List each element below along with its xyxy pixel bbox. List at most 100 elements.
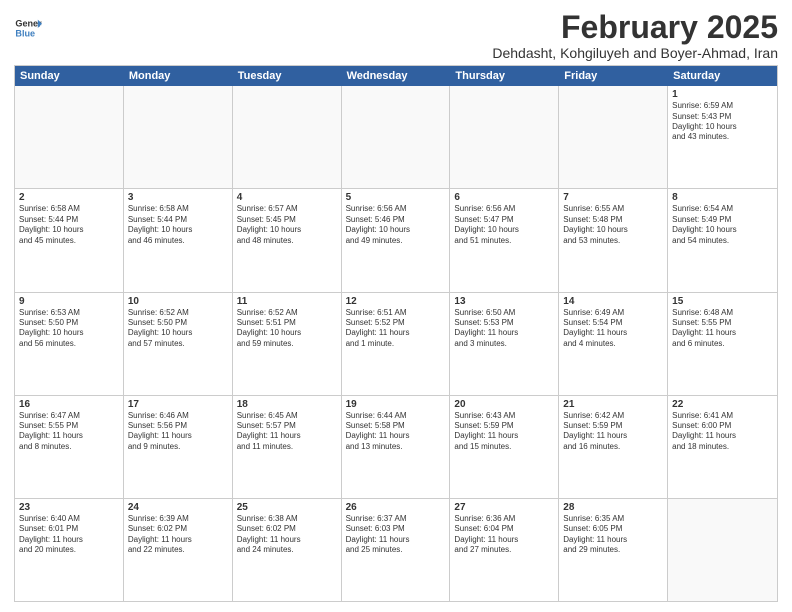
day-info: Sunrise: 6:58 AM Sunset: 5:44 PM Dayligh… [19,204,119,246]
calendar: Sunday Monday Tuesday Wednesday Thursday… [14,65,778,602]
calendar-cell: 9Sunrise: 6:53 AM Sunset: 5:50 PM Daylig… [15,293,124,395]
day-number: 17 [128,399,228,410]
day-info: Sunrise: 6:35 AM Sunset: 6:05 PM Dayligh… [563,514,663,556]
header: General Blue February 2025 Dehdasht, Koh… [14,10,778,61]
day-number: 15 [672,296,773,307]
header-sunday: Sunday [15,66,124,86]
day-info: Sunrise: 6:56 AM Sunset: 5:46 PM Dayligh… [346,204,446,246]
calendar-cell: 19Sunrise: 6:44 AM Sunset: 5:58 PM Dayli… [342,396,451,498]
calendar-cell: 10Sunrise: 6:52 AM Sunset: 5:50 PM Dayli… [124,293,233,395]
header-monday: Monday [124,66,233,86]
logo-icon: General Blue [14,14,42,42]
day-info: Sunrise: 6:44 AM Sunset: 5:58 PM Dayligh… [346,411,446,453]
day-number: 14 [563,296,663,307]
day-number: 5 [346,192,446,203]
day-info: Sunrise: 6:59 AM Sunset: 5:43 PM Dayligh… [672,101,773,143]
day-info: Sunrise: 6:51 AM Sunset: 5:52 PM Dayligh… [346,308,446,350]
calendar-cell: 20Sunrise: 6:43 AM Sunset: 5:59 PM Dayli… [450,396,559,498]
day-number: 26 [346,502,446,513]
day-info: Sunrise: 6:48 AM Sunset: 5:55 PM Dayligh… [672,308,773,350]
day-info: Sunrise: 6:45 AM Sunset: 5:57 PM Dayligh… [237,411,337,453]
day-number: 16 [19,399,119,410]
calendar-cell: 3Sunrise: 6:58 AM Sunset: 5:44 PM Daylig… [124,189,233,291]
calendar-cell: 2Sunrise: 6:58 AM Sunset: 5:44 PM Daylig… [15,189,124,291]
calendar-cell [233,86,342,188]
day-number: 11 [237,296,337,307]
day-number: 12 [346,296,446,307]
day-number: 7 [563,192,663,203]
header-friday: Friday [559,66,668,86]
calendar-cell: 26Sunrise: 6:37 AM Sunset: 6:03 PM Dayli… [342,499,451,601]
header-wednesday: Wednesday [342,66,451,86]
day-number: 6 [454,192,554,203]
calendar-cell [559,86,668,188]
calendar-cell: 18Sunrise: 6:45 AM Sunset: 5:57 PM Dayli… [233,396,342,498]
header-saturday: Saturday [668,66,777,86]
header-tuesday: Tuesday [233,66,342,86]
day-info: Sunrise: 6:56 AM Sunset: 5:47 PM Dayligh… [454,204,554,246]
day-info: Sunrise: 6:38 AM Sunset: 6:02 PM Dayligh… [237,514,337,556]
day-info: Sunrise: 6:54 AM Sunset: 5:49 PM Dayligh… [672,204,773,246]
day-number: 21 [563,399,663,410]
day-info: Sunrise: 6:42 AM Sunset: 5:59 PM Dayligh… [563,411,663,453]
calendar-cell: 13Sunrise: 6:50 AM Sunset: 5:53 PM Dayli… [450,293,559,395]
day-info: Sunrise: 6:50 AM Sunset: 5:53 PM Dayligh… [454,308,554,350]
day-info: Sunrise: 6:36 AM Sunset: 6:04 PM Dayligh… [454,514,554,556]
subtitle: Dehdasht, Kohgiluyeh and Boyer-Ahmad, Ir… [492,45,778,61]
svg-text:Blue: Blue [15,28,35,38]
day-number: 19 [346,399,446,410]
day-info: Sunrise: 6:49 AM Sunset: 5:54 PM Dayligh… [563,308,663,350]
day-number: 10 [128,296,228,307]
day-info: Sunrise: 6:52 AM Sunset: 5:51 PM Dayligh… [237,308,337,350]
day-info: Sunrise: 6:47 AM Sunset: 5:55 PM Dayligh… [19,411,119,453]
page: General Blue February 2025 Dehdasht, Koh… [0,0,792,612]
calendar-cell: 5Sunrise: 6:56 AM Sunset: 5:46 PM Daylig… [342,189,451,291]
calendar-cell: 28Sunrise: 6:35 AM Sunset: 6:05 PM Dayli… [559,499,668,601]
calendar-week-3: 9Sunrise: 6:53 AM Sunset: 5:50 PM Daylig… [15,293,777,396]
calendar-cell: 1Sunrise: 6:59 AM Sunset: 5:43 PM Daylig… [668,86,777,188]
day-info: Sunrise: 6:39 AM Sunset: 6:02 PM Dayligh… [128,514,228,556]
month-title: February 2025 [492,10,778,45]
calendar-cell: 12Sunrise: 6:51 AM Sunset: 5:52 PM Dayli… [342,293,451,395]
calendar-cell: 17Sunrise: 6:46 AM Sunset: 5:56 PM Dayli… [124,396,233,498]
calendar-header: Sunday Monday Tuesday Wednesday Thursday… [15,66,777,86]
day-info: Sunrise: 6:52 AM Sunset: 5:50 PM Dayligh… [128,308,228,350]
day-info: Sunrise: 6:58 AM Sunset: 5:44 PM Dayligh… [128,204,228,246]
calendar-cell: 14Sunrise: 6:49 AM Sunset: 5:54 PM Dayli… [559,293,668,395]
calendar-week-4: 16Sunrise: 6:47 AM Sunset: 5:55 PM Dayli… [15,396,777,499]
day-number: 25 [237,502,337,513]
calendar-cell [450,86,559,188]
calendar-week-5: 23Sunrise: 6:40 AM Sunset: 6:01 PM Dayli… [15,499,777,601]
day-number: 28 [563,502,663,513]
day-info: Sunrise: 6:55 AM Sunset: 5:48 PM Dayligh… [563,204,663,246]
day-info: Sunrise: 6:43 AM Sunset: 5:59 PM Dayligh… [454,411,554,453]
calendar-cell: 7Sunrise: 6:55 AM Sunset: 5:48 PM Daylig… [559,189,668,291]
day-info: Sunrise: 6:41 AM Sunset: 6:00 PM Dayligh… [672,411,773,453]
calendar-cell: 8Sunrise: 6:54 AM Sunset: 5:49 PM Daylig… [668,189,777,291]
calendar-cell: 22Sunrise: 6:41 AM Sunset: 6:00 PM Dayli… [668,396,777,498]
title-block: February 2025 Dehdasht, Kohgiluyeh and B… [492,10,778,61]
day-info: Sunrise: 6:53 AM Sunset: 5:50 PM Dayligh… [19,308,119,350]
day-number: 3 [128,192,228,203]
calendar-cell [124,86,233,188]
day-number: 23 [19,502,119,513]
calendar-cell: 23Sunrise: 6:40 AM Sunset: 6:01 PM Dayli… [15,499,124,601]
day-info: Sunrise: 6:40 AM Sunset: 6:01 PM Dayligh… [19,514,119,556]
day-info: Sunrise: 6:57 AM Sunset: 5:45 PM Dayligh… [237,204,337,246]
calendar-cell: 15Sunrise: 6:48 AM Sunset: 5:55 PM Dayli… [668,293,777,395]
day-info: Sunrise: 6:37 AM Sunset: 6:03 PM Dayligh… [346,514,446,556]
calendar-body: 1Sunrise: 6:59 AM Sunset: 5:43 PM Daylig… [15,86,777,601]
day-number: 20 [454,399,554,410]
calendar-cell: 11Sunrise: 6:52 AM Sunset: 5:51 PM Dayli… [233,293,342,395]
calendar-cell: 21Sunrise: 6:42 AM Sunset: 5:59 PM Dayli… [559,396,668,498]
day-number: 13 [454,296,554,307]
calendar-cell [342,86,451,188]
calendar-cell [668,499,777,601]
calendar-cell: 24Sunrise: 6:39 AM Sunset: 6:02 PM Dayli… [124,499,233,601]
day-number: 27 [454,502,554,513]
calendar-cell: 6Sunrise: 6:56 AM Sunset: 5:47 PM Daylig… [450,189,559,291]
header-thursday: Thursday [450,66,559,86]
calendar-cell: 25Sunrise: 6:38 AM Sunset: 6:02 PM Dayli… [233,499,342,601]
calendar-cell: 27Sunrise: 6:36 AM Sunset: 6:04 PM Dayli… [450,499,559,601]
calendar-cell [15,86,124,188]
